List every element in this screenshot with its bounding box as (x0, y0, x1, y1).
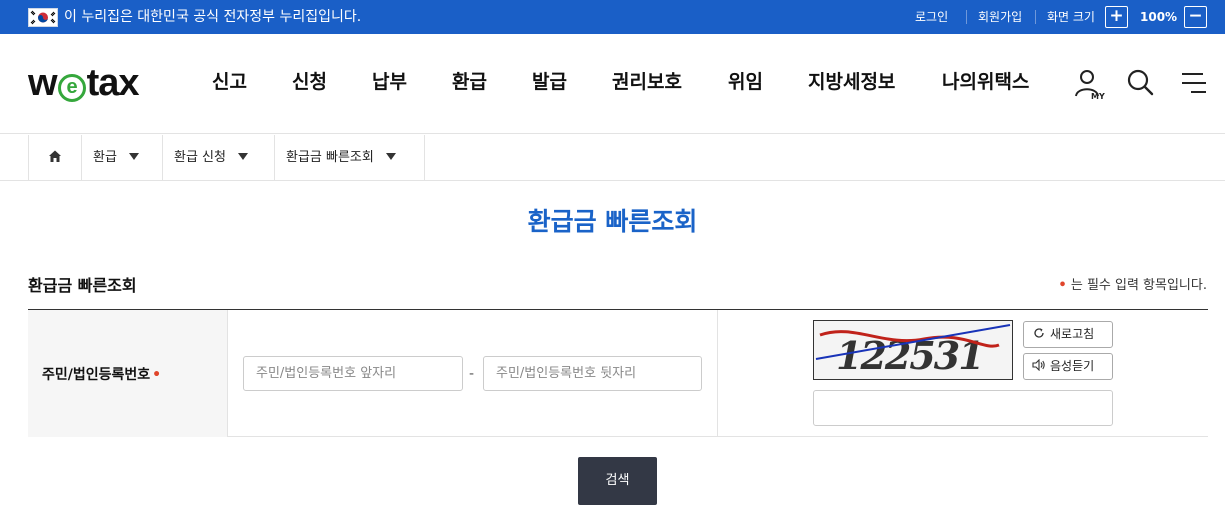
breadcrumb-item-refund-apply[interactable]: 환급 신청 (162, 135, 274, 181)
gnb-issue[interactable]: 발급 (532, 70, 567, 94)
id-separator: - (469, 366, 475, 382)
id-number-label-cell: 주민/법인등록번호 • (28, 310, 228, 437)
lookup-form-table: 주민/법인등록번호• - 122531 새로고침 음성듣기 (28, 309, 1208, 437)
search-button[interactable]: 검색 (578, 457, 657, 505)
util-divider (966, 10, 967, 24)
caret-down-icon (237, 153, 248, 160)
breadcrumb: 환급 환급 신청 환급금 빠른조회 (0, 135, 1225, 181)
id-number-label: 주민/법인등록번호 • (42, 367, 162, 383)
site-header: w e tax 신고 신청 납부 환급 발급 권리보호 위임 지방세정보 나의위택스… (0, 34, 1225, 134)
wetax-logo[interactable]: w e tax (28, 62, 140, 105)
page-title: 환급금 빠른조회 (527, 207, 698, 236)
gnb-report[interactable]: 신고 (212, 70, 247, 94)
login-link[interactable]: 로그인 (915, 9, 948, 25)
cell-divider (717, 310, 718, 437)
section-title: 환급금 빠른조회 (28, 276, 137, 295)
gov-banner: 이 누리집은 대한민국 공식 전자정부 누리집입니다. 로그인 회원가입 화면 … (0, 0, 1225, 34)
captcha-refresh-button[interactable]: 새로고침 (1023, 321, 1113, 348)
home-icon (49, 150, 61, 162)
logo-text-tax: tax (86, 62, 140, 104)
gnb-apply[interactable]: 신청 (292, 70, 327, 94)
captcha-image: 122531 (813, 320, 1013, 380)
required-note-text: 는 필수 입력 항목입니다. (1070, 278, 1207, 293)
captcha-audio-button[interactable]: 음성듣기 (1023, 353, 1113, 380)
breadcrumb-item-refund[interactable]: 환급 (81, 135, 162, 181)
zoom-out-button[interactable]: − (1184, 6, 1207, 28)
gnb-localtax-info[interactable]: 지방세정보 (808, 70, 895, 94)
home-crumb[interactable] (28, 135, 81, 181)
gnb-my-wetax[interactable]: 나의위택스 (942, 70, 1029, 94)
korea-flag-icon (28, 8, 58, 27)
id-back-input[interactable] (483, 356, 702, 391)
breadcrumb-label: 환급 (93, 150, 117, 165)
signup-link[interactable]: 회원가입 (978, 9, 1022, 25)
zoom-in-button[interactable]: + (1105, 6, 1128, 28)
gov-banner-text: 이 누리집은 대한민국 공식 전자정부 누리집입니다. (64, 9, 362, 25)
caret-down-icon (128, 153, 139, 160)
id-front-input[interactable] (243, 356, 463, 391)
captcha-answer-input[interactable] (813, 390, 1113, 426)
audio-label: 음성듣기 (1050, 359, 1095, 373)
breadcrumb-label: 환급 신청 (174, 150, 226, 165)
breadcrumb-item-quick-lookup[interactable]: 환급금 빠른조회 (274, 135, 425, 181)
util-divider (1035, 10, 1036, 24)
gnb-refund[interactable]: 환급 (452, 70, 487, 94)
my-page-icon[interactable]: MY (1074, 68, 1105, 101)
required-mark: • (152, 367, 162, 383)
speaker-icon (1032, 354, 1046, 379)
screen-size-label: 화면 크기 (1047, 10, 1095, 24)
my-badge-text: MY (1091, 92, 1105, 100)
search-icon[interactable] (1126, 68, 1156, 98)
gnb-delegate[interactable]: 위임 (728, 70, 763, 94)
logo-e-mark: e (57, 74, 86, 102)
gnb-pay[interactable]: 납부 (372, 70, 407, 94)
gnb-rights[interactable]: 권리보호 (612, 70, 682, 94)
required-note: • 는 필수 입력 항목입니다. (1058, 274, 1207, 293)
refresh-label: 새로고침 (1050, 327, 1095, 341)
required-mark: • (1058, 278, 1067, 293)
zoom-level: 100% (1140, 10, 1178, 24)
caret-down-icon (385, 153, 396, 160)
logo-text-w: w (28, 62, 58, 104)
breadcrumb-label: 환급금 빠른조회 (286, 150, 374, 165)
menu-icon[interactable] (1179, 68, 1209, 98)
refresh-icon (1032, 322, 1046, 347)
